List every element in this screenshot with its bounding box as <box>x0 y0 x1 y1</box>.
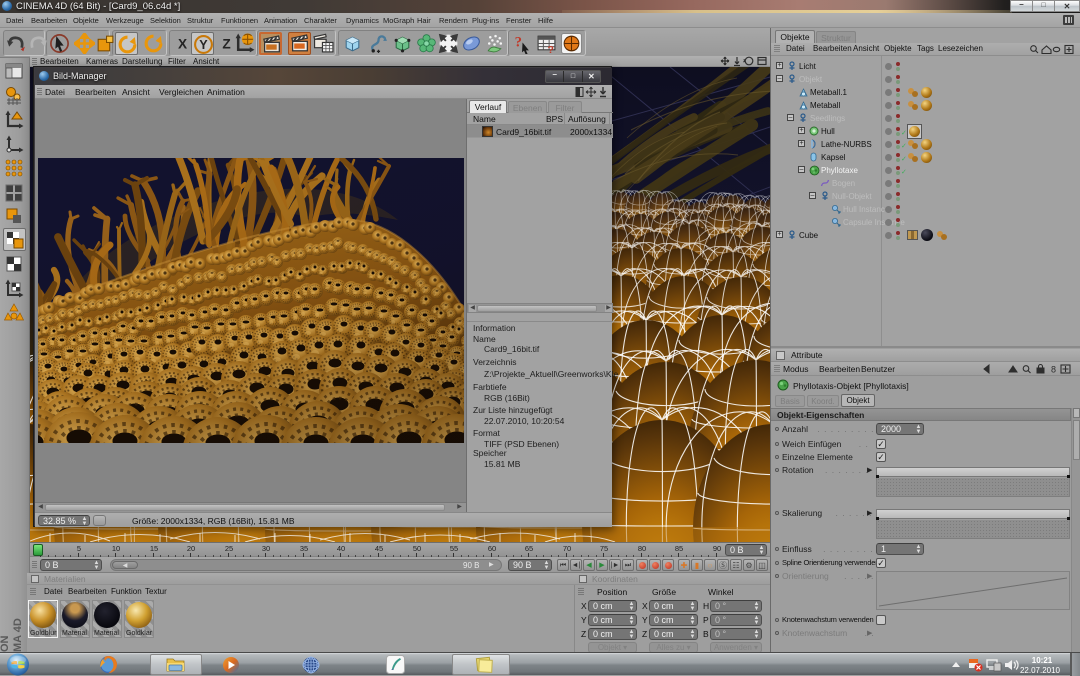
svg-text:X: X <box>178 37 187 52</box>
svg-text:?: ? <box>547 44 553 54</box>
svg-text:?: ? <box>515 35 522 51</box>
svg-text:Z: Z <box>222 37 230 52</box>
svg-text:Y: Y <box>199 38 208 52</box>
